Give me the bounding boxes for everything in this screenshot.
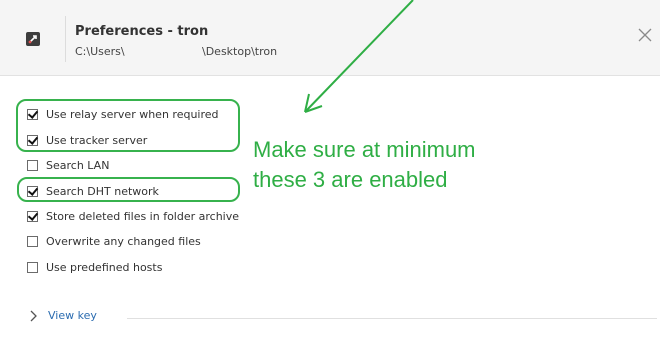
option-label: Use predefined hosts (46, 260, 163, 274)
option-overwrite-changed-files[interactable]: Overwrite any changed files (27, 233, 201, 249)
view-key-label: View key (48, 309, 97, 322)
option-label: Overwrite any changed files (46, 234, 201, 248)
chevron-right-icon (30, 310, 37, 321)
annotation-line-2: these 3 are enabled (253, 167, 448, 192)
header-divider (65, 16, 66, 62)
close-button[interactable] (636, 26, 654, 44)
option-use-predefined-hosts[interactable]: Use predefined hosts (27, 259, 162, 275)
preferences-window: Preferences - tron C:\Users\ \Desktop\tr… (0, 0, 660, 338)
close-icon (638, 28, 652, 42)
view-key-link[interactable]: View key (30, 309, 97, 322)
highlight-oval-relay-tracker (16, 99, 240, 152)
option-label: Search LAN (46, 158, 110, 172)
option-store-deleted-files[interactable]: Store deleted files in folder archive (27, 208, 239, 224)
folder-path-prefix: C:\Users\ (75, 45, 125, 58)
folder-path-suffix: \Desktop\tron (202, 45, 278, 58)
option-label: Store deleted files in folder archive (46, 209, 240, 223)
highlight-oval-dht (17, 177, 240, 202)
option-search-lan[interactable]: Search LAN (27, 157, 109, 173)
footer-divider (127, 318, 657, 319)
annotation-line-1: Make sure at minimum (253, 137, 476, 162)
window-title: Preferences - tron (75, 24, 209, 39)
app-icon (26, 32, 40, 46)
window-header: Preferences - tron C:\Users\ \Desktop\tr… (0, 0, 660, 76)
checkbox[interactable] (27, 235, 38, 247)
checkbox[interactable] (27, 159, 38, 171)
checkbox[interactable] (27, 261, 38, 273)
checkbox[interactable] (27, 210, 38, 222)
